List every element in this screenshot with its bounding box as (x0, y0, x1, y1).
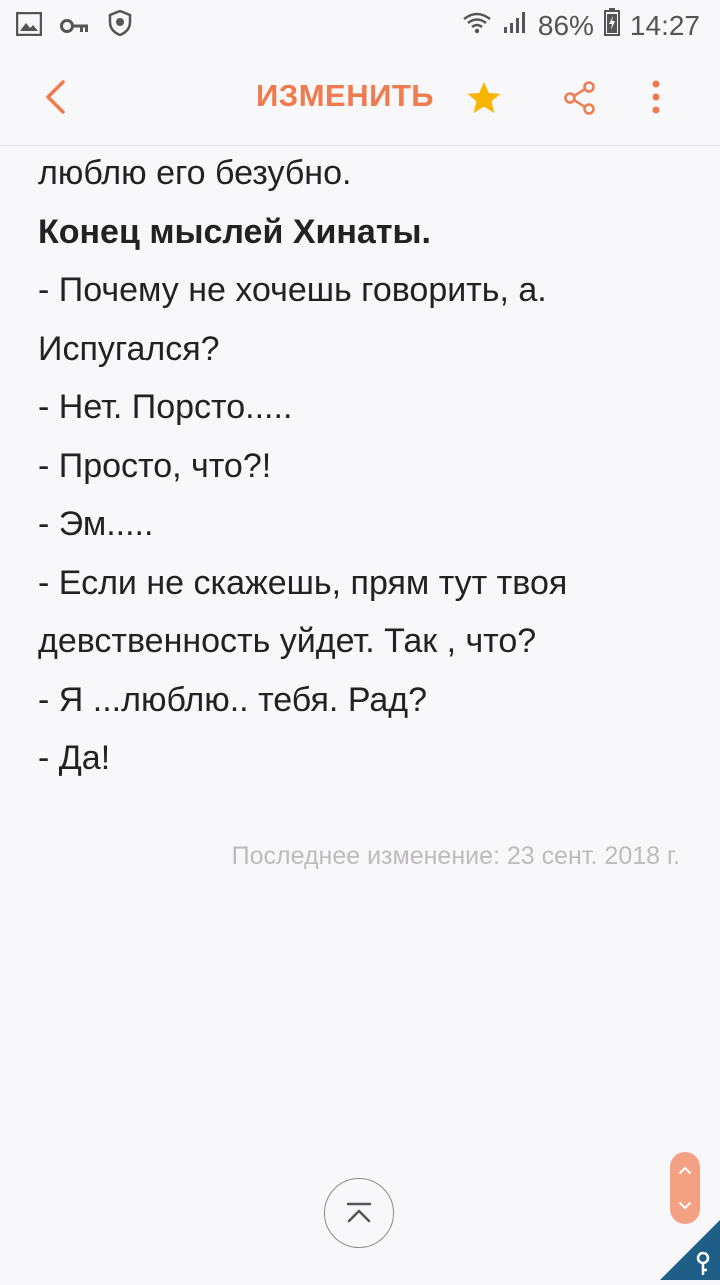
scroll-to-top-icon (346, 1202, 372, 1223)
page-nav-pill (670, 1152, 700, 1224)
key-icon (60, 11, 90, 43)
note-line: - Да! (38, 739, 111, 777)
clock: 14:27 (629, 9, 700, 41)
note-line: - Я ...люблю.. тебя. Рад? (38, 680, 428, 719)
status-bar: 86% 14:27 (0, 0, 720, 50)
note-line: Испугался? (38, 329, 220, 368)
signal-icon (502, 9, 528, 42)
image-icon (15, 11, 43, 43)
battery-icon (603, 8, 620, 43)
back-icon (46, 80, 65, 114)
more-icon (652, 80, 660, 114)
note-line: - Просто, что?! (38, 446, 272, 485)
note-line: девственность уйдет. Так , что? (38, 622, 537, 660)
shield-icon (108, 9, 132, 43)
last-modified-label: Последнее изменение: 23 сент. 2018 г. (231, 842, 680, 870)
page-down-icon (679, 1202, 691, 1210)
note-line: люблю его безубно. (38, 154, 352, 192)
corner-badge (660, 1220, 720, 1280)
more-options-button[interactable] (636, 72, 676, 122)
note-line: - Нет. Порсто..... (38, 388, 293, 426)
share-button[interactable] (558, 76, 602, 120)
page-up-button[interactable] (670, 1152, 700, 1188)
note-line: - Если не скажешь, прям тут твоя (38, 563, 568, 602)
favorite-button[interactable] (462, 76, 506, 120)
edit-button[interactable]: ИЗМЕНИТЬ (256, 78, 434, 114)
page-down-button[interactable] (670, 1188, 700, 1224)
note-line: - Почему не хочешь говорить, а. (38, 271, 547, 309)
note-body[interactable]: люблю его безубно. Конец мыслей Хинаты. … (38, 144, 688, 788)
note-line-bold: Конец мыслей Хинаты. (38, 212, 431, 251)
page-up-icon (679, 1166, 691, 1174)
note-line: - Эм..... (38, 505, 154, 543)
back-button[interactable] (30, 72, 80, 122)
star-icon (467, 82, 501, 113)
share-icon (564, 81, 595, 115)
battery-percent: 86% (537, 9, 594, 41)
wifi-icon (462, 10, 492, 42)
scroll-to-top-button[interactable] (324, 1178, 394, 1248)
toolbar: ИЗМЕНИТЬ (0, 50, 720, 146)
